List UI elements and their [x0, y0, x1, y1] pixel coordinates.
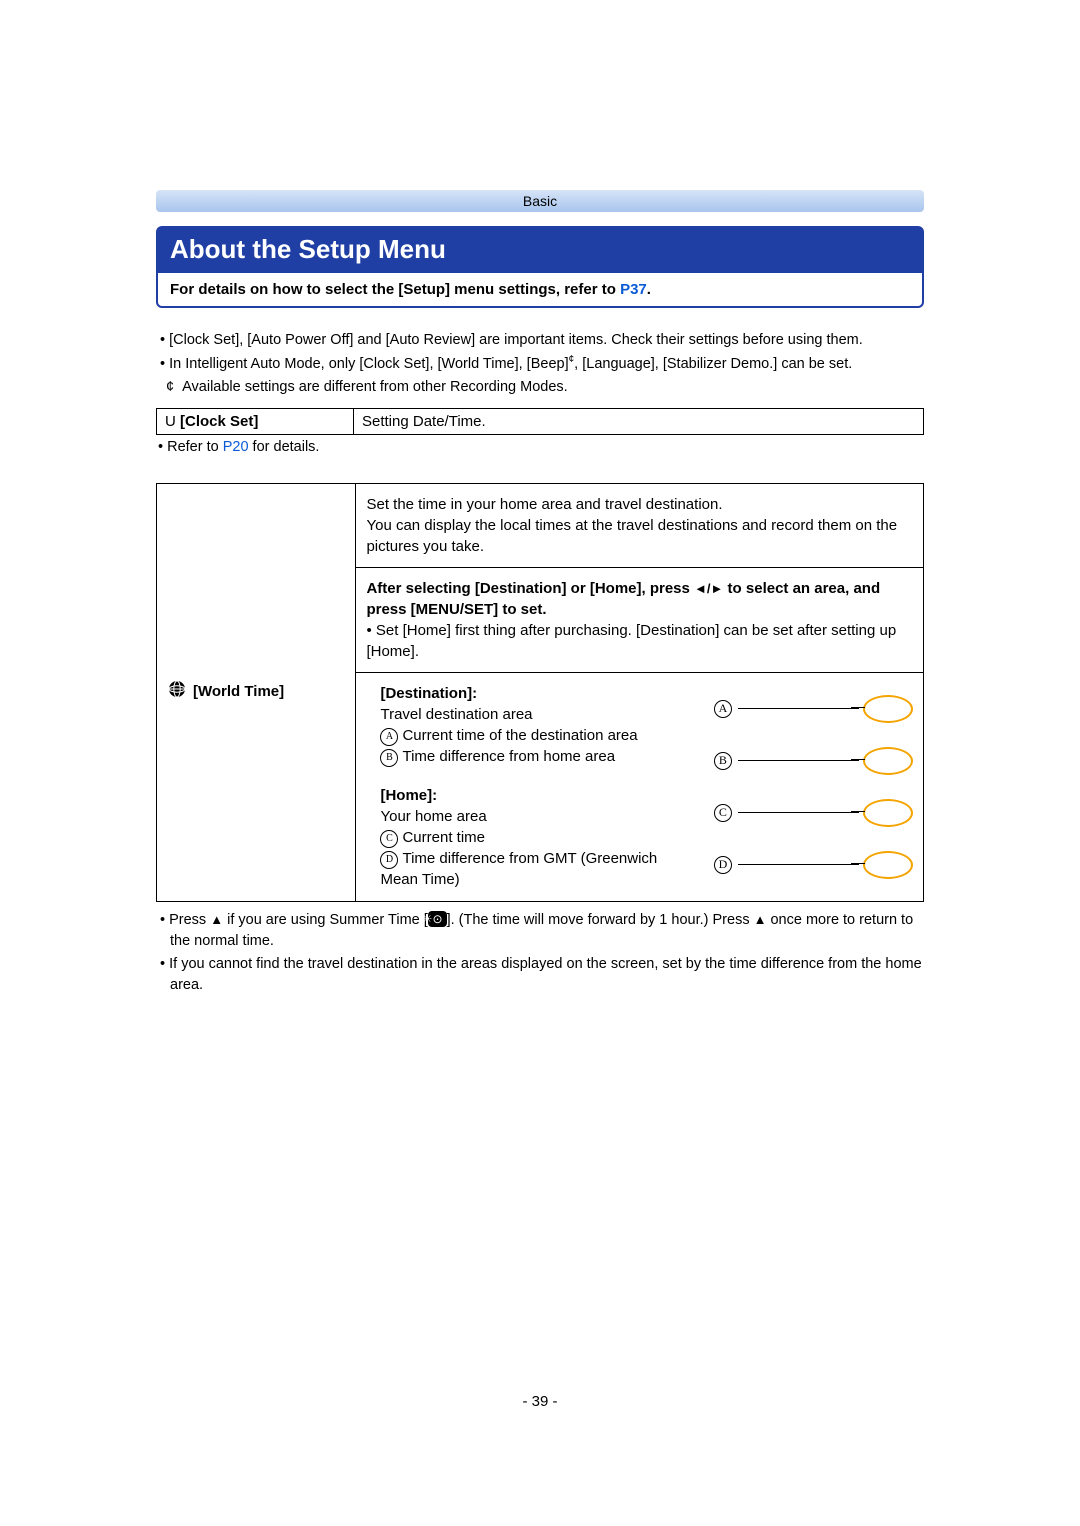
circle-d-icon: D — [380, 851, 398, 869]
diagram-row-a: A — [714, 683, 913, 735]
world-time-intro-text: Set the time in your home area and trave… — [366, 496, 897, 555]
section-header: Basic — [156, 190, 924, 212]
home-sub: Your home area — [380, 806, 693, 827]
infobox-suffix: . — [647, 281, 651, 298]
infobox-link-p37[interactable]: P37 — [620, 281, 647, 298]
wt-instr-note: Set [Home] first thing after purchasing.… — [366, 622, 896, 660]
f1-mid2: ]. (The time will move forward by 1 hour… — [447, 912, 754, 928]
clock-set-label-cell: U [Clock Set] — [157, 408, 354, 434]
destination-sub: Travel destination area — [380, 704, 693, 725]
footer-bullet-2: • If you cannot find the travel destinat… — [156, 954, 924, 996]
clock-set-table: U [Clock Set] Setting Date/Time. — [156, 408, 924, 435]
dest-item-a: ACurrent time of the destination area — [380, 725, 693, 746]
clock-set-label: [Clock Set] — [180, 413, 258, 430]
world-time-details-cell: [Destination]: Travel destination area A… — [356, 672, 704, 901]
f1-pre: Press — [169, 912, 210, 928]
diagram-label-d: D — [714, 856, 732, 874]
home-item-c: CCurrent time — [380, 827, 693, 848]
home-d-text: Time difference from GMT (Greenwich Mean… — [380, 850, 657, 888]
home-c-text: Current time — [402, 829, 485, 846]
page-title-text: About the Setup Menu — [170, 234, 446, 264]
diagram-line — [738, 760, 859, 761]
destination-heading: [Destination]: — [380, 683, 693, 704]
diagram-row-b: B — [714, 735, 913, 787]
diagram-line — [738, 864, 859, 865]
clock-note-pre: Refer to — [167, 439, 223, 455]
clock-set-desc: Setting Date/Time. — [362, 413, 486, 430]
world-time-intro-cell: Set the time in your home area and trave… — [356, 483, 924, 567]
world-time-label: [World Time] — [193, 683, 284, 700]
diagram-label-c: C — [714, 804, 732, 822]
page-number: - 39 - — [0, 1393, 1080, 1410]
world-time-table: [World Time] Set the time in your home a… — [156, 483, 924, 902]
circle-c-icon: C — [380, 830, 398, 848]
f1-mid1: if you are using Summer Time [ — [223, 912, 428, 928]
intro-bullet-2: • In Intelligent Auto Mode, only [Clock … — [156, 353, 924, 375]
diagram-oval — [863, 747, 913, 775]
wt-instr-pre: After selecting [Destination] or [Home],… — [366, 580, 694, 597]
diagram-line — [738, 708, 859, 709]
world-time-instruction-cell: After selecting [Destination] or [Home],… — [356, 567, 924, 672]
dest-item-b: BTime difference from home area — [380, 746, 693, 767]
left-right-arrow-icon: ◄/► — [694, 581, 723, 596]
diagram-label-a: A — [714, 700, 732, 718]
footer-bullet-1: • Press ▲ if you are using Summer Time [… — [156, 910, 924, 952]
reference-info-box: For details on how to select the [Setup]… — [156, 273, 924, 308]
intro-sub-note: ¢ Available settings are different from … — [156, 377, 924, 398]
page-number-text: - 39 - — [522, 1393, 557, 1410]
home-heading: [Home]: — [380, 785, 693, 806]
diagram-label-b: B — [714, 752, 732, 770]
circle-b-icon: B — [380, 749, 398, 767]
up-arrow-icon: ▲ — [210, 912, 223, 927]
clock-set-icon: U — [165, 413, 176, 430]
page-title: About the Setup Menu — [156, 226, 924, 273]
diagram-oval — [863, 695, 913, 723]
world-time-diagram-cell: A B C D — [704, 672, 924, 901]
footer-bullets: • Press ▲ if you are using Summer Time [… — [156, 910, 924, 996]
f2-text: If you cannot find the travel destinatio… — [169, 956, 922, 993]
diagram-row-c: C — [714, 787, 913, 839]
section-header-text: Basic — [523, 193, 557, 209]
summer-time-icon: ☀⊙ — [428, 911, 447, 927]
clock-set-desc-cell: Setting Date/Time. — [354, 408, 924, 434]
intro-sub-marker: ¢ — [166, 379, 174, 395]
world-time-label-cell: [World Time] — [157, 483, 356, 901]
intro-bullet-2-pre: In Intelligent Auto Mode, only [Clock Se… — [169, 356, 569, 372]
home-item-d: DTime difference from GMT (Greenwich Mea… — [380, 848, 693, 890]
infobox-prefix: For details on how to select the [Setup]… — [170, 281, 620, 298]
intro-bullet-1-text: [Clock Set], [Auto Power Off] and [Auto … — [169, 332, 863, 348]
clock-set-note: • Refer to P20 for details. — [158, 439, 924, 455]
clock-note-link-p20[interactable]: P20 — [223, 439, 249, 455]
up-arrow-icon: ▲ — [754, 912, 767, 927]
diagram-oval — [863, 799, 913, 827]
dest-b-text: Time difference from home area — [402, 748, 615, 765]
clock-note-post: for details. — [249, 439, 320, 455]
intro-bullet-2-post: , [Language], [Stabilizer Demo.] can be … — [574, 356, 852, 372]
dest-a-text: Current time of the destination area — [402, 727, 637, 744]
diagram-row-d: D — [714, 839, 913, 891]
intro-bullets: • [Clock Set], [Auto Power Off] and [Aut… — [156, 330, 924, 398]
circle-a-icon: A — [380, 728, 398, 746]
intro-bullet-1: • [Clock Set], [Auto Power Off] and [Aut… — [156, 330, 924, 351]
intro-sub-text: Available settings are different from ot… — [182, 379, 568, 395]
diagram-oval — [863, 851, 913, 879]
diagram-line — [738, 812, 859, 813]
globe-icon — [167, 679, 187, 705]
